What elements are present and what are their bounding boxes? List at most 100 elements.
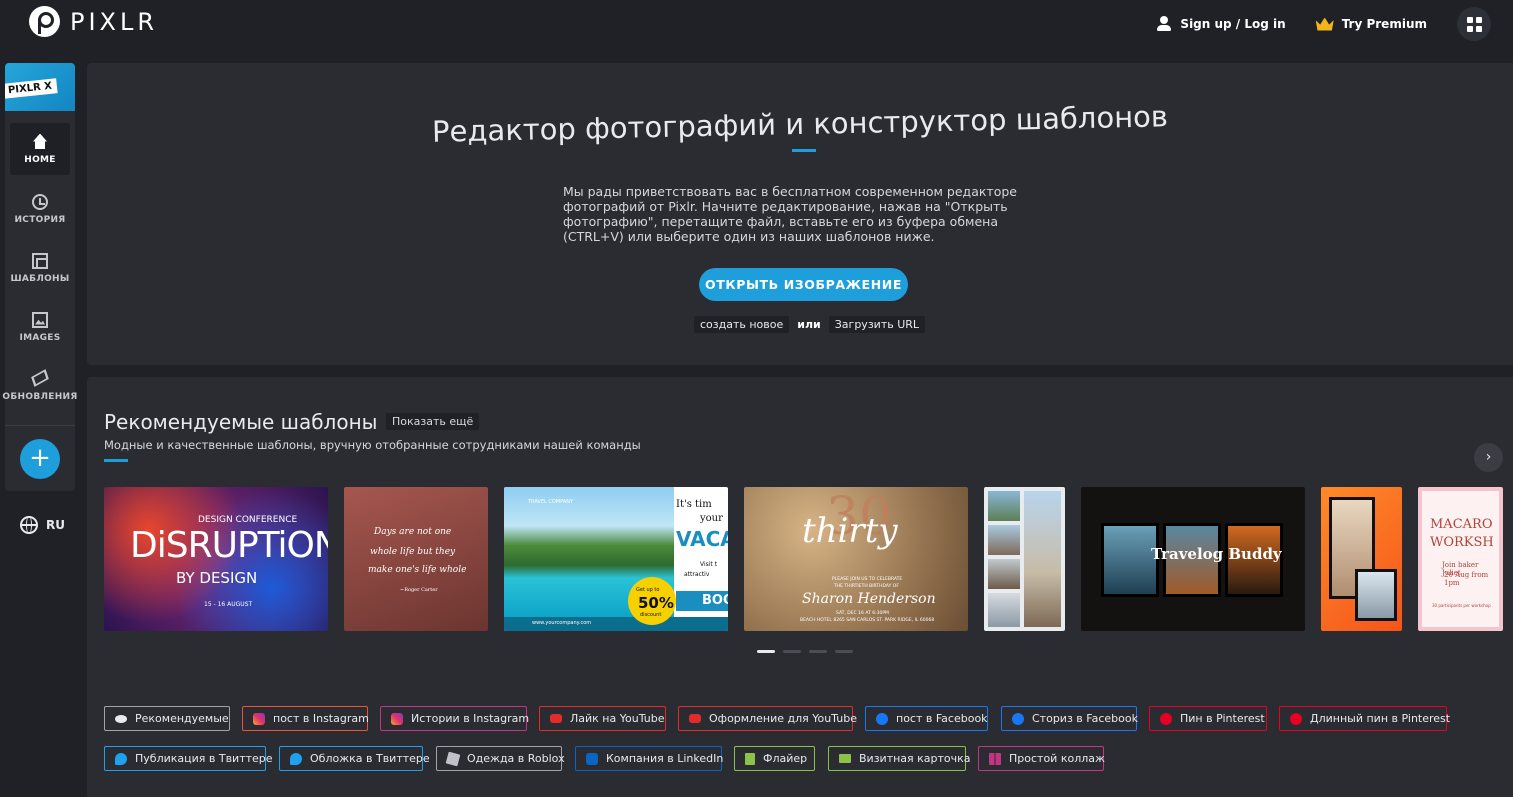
- tag-roblox-clothing[interactable]: Одежда в Roblox: [436, 746, 565, 771]
- tag-twitter-header[interactable]: Обложка в Твиттере: [279, 746, 430, 771]
- language-label: RU: [46, 518, 65, 532]
- hero-description: Мы рады приветствовать вас в бесплатном …: [563, 184, 1017, 244]
- tag-label: пост в Facebook: [896, 712, 988, 725]
- template-card-macaron[interactable]: MACARO WORKSH Join baker Juliet 20 Aug f…: [1418, 487, 1503, 631]
- signup-login-label: Sign up / Log in: [1180, 17, 1286, 31]
- card-text: SAT, DEC 16 AT 6:30PM: [836, 611, 889, 616]
- tag-label: Публикация в Твиттере: [135, 752, 273, 765]
- tag-label: Истории в Instagram: [411, 712, 530, 725]
- collage-photo: [988, 491, 1020, 521]
- sidebar-item-home[interactable]: HOME: [10, 123, 70, 175]
- template-card-vacation[interactable]: TRAVEL COMPANY It's tim your VACA Visit …: [504, 487, 728, 631]
- template-card-travelog[interactable]: Travelog Buddy: [1081, 487, 1305, 631]
- template-carousel: DESIGN CONFERENCE DiSRUPTiON BY DESIGN 1…: [104, 487, 1503, 631]
- load-url-button[interactable]: Загрузить URL: [828, 316, 926, 333]
- flyer-icon: [745, 752, 755, 765]
- apps-grid-icon[interactable]: [1457, 7, 1491, 41]
- template-card-collage[interactable]: [984, 487, 1065, 631]
- pager-dot[interactable]: [783, 650, 801, 653]
- youtube-icon: [689, 714, 701, 723]
- pinterest-icon: [1160, 712, 1172, 725]
- collage-icon: [989, 752, 1001, 765]
- card-text: 50%: [638, 594, 674, 612]
- hero-panel: Редактор фотографий и конструктор шаблон…: [87, 63, 1513, 365]
- roblox-icon: [445, 751, 461, 766]
- tag-instagram-stories[interactable]: Истории в Instagram: [380, 706, 530, 731]
- tag-facebook-post[interactable]: пост в Facebook: [865, 706, 988, 731]
- language-selector[interactable]: RU: [20, 516, 65, 534]
- globe-icon: [20, 516, 38, 534]
- twitter-icon: [115, 752, 127, 765]
- card-text: THE THIRTIETH BIRTHDAY OF: [834, 584, 899, 589]
- pager-dot[interactable]: [757, 650, 775, 653]
- create-new-button[interactable]: создать новое: [694, 316, 790, 333]
- tag-youtube-like[interactable]: Лайк на YouTube: [539, 706, 666, 731]
- card-text: BOO: [702, 593, 728, 608]
- sidebar-item-templates[interactable]: ШАБЛОНЫ: [10, 242, 70, 294]
- pager-dot[interactable]: [809, 650, 827, 653]
- tag-label: Сториз в Facebook: [1032, 712, 1138, 725]
- card-text: MACARO: [1430, 517, 1493, 532]
- secondary-actions: создать новое или Загрузить URL: [694, 316, 926, 333]
- tag-facebook-stories[interactable]: Сториз в Facebook: [1001, 706, 1138, 731]
- card-text: VACA: [676, 527, 728, 551]
- sidebar-item-updates[interactable]: ОБНОВЛЕНИЯ: [2, 360, 78, 412]
- sidebar-divider: [5, 425, 75, 426]
- tag-twitter-post[interactable]: Публикация в Твиттере: [104, 746, 273, 771]
- card-text: discount: [640, 612, 662, 618]
- tag-instagram-post[interactable]: пост в Instagram: [242, 706, 369, 731]
- card-text: attractiv: [684, 571, 710, 578]
- open-image-button[interactable]: ОТКРЫТЬ ИЗОБРАЖЕНИЕ: [699, 268, 908, 301]
- template-card-disruption[interactable]: DESIGN CONFERENCE DiSRUPTiON BY DESIGN 1…: [104, 487, 328, 631]
- pixlr-x-switch[interactable]: PIXLR X: [5, 63, 75, 111]
- facebook-icon: [1012, 712, 1024, 725]
- top-actions: Sign up / Log in Try Premium: [1156, 7, 1491, 41]
- template-card-quote[interactable]: Days are not one whole life but they mak…: [344, 487, 488, 631]
- section-underline: [104, 459, 128, 462]
- tag-featured[interactable]: Рекомендуемые: [104, 706, 230, 731]
- signup-login-link[interactable]: Sign up / Log in: [1156, 16, 1286, 32]
- card-text: 30 participants per workshop: [1432, 603, 1491, 608]
- image-icon: [32, 311, 48, 328]
- eye-icon: [115, 714, 127, 723]
- home-icon: [32, 134, 48, 150]
- sidebar-item-label: HOME: [24, 154, 56, 165]
- card-text: 20 Aug from 1pm: [1444, 571, 1489, 587]
- card-text: PLEASE JOIN US TO CELEBRATE: [832, 577, 903, 582]
- tag-pinterest-long-pin[interactable]: Длинный пин в Pinterest: [1279, 706, 1450, 731]
- sidebar-item-label: ОБНОВЛЕНИЯ: [2, 391, 78, 402]
- try-premium-link[interactable]: Try Premium: [1315, 17, 1427, 31]
- or-label: или: [797, 318, 821, 331]
- tag-youtube-art[interactable]: Оформление для YouTube: [678, 706, 857, 731]
- tag-label: Обложка в Твиттере: [310, 752, 430, 765]
- tag-simple-collage[interactable]: Простой коллаж: [978, 746, 1105, 771]
- tag-flyer[interactable]: Флайер: [734, 746, 815, 771]
- sidebar-item-images[interactable]: IMAGES: [10, 301, 70, 353]
- sidebar-item-history[interactable]: ИСТОРИЯ: [10, 183, 70, 235]
- show-more-button[interactable]: Показать ещё: [386, 413, 480, 430]
- pixlr-logo[interactable]: PIXLR: [29, 6, 158, 37]
- logo-text: PIXLR: [70, 7, 159, 36]
- tag-label: пост в Instagram: [273, 712, 369, 725]
- crown-icon: [1315, 17, 1334, 31]
- page-title: Редактор фотографий и конструктор шаблон…: [431, 99, 1169, 149]
- card-text: TRAVEL COMPANY: [528, 499, 574, 505]
- template-card-thirty[interactable]: 30 thirty PLEASE JOIN US TO CELEBRATE TH…: [744, 487, 968, 631]
- card-text: ~Roger Carter: [400, 587, 438, 593]
- tag-label: Простой коллаж: [1009, 752, 1105, 765]
- template-card-portrait[interactable]: [1321, 487, 1402, 631]
- collage-photo: [988, 525, 1020, 555]
- tag-pinterest-pin[interactable]: Пин в Pinterest: [1149, 706, 1267, 731]
- pager-dot[interactable]: [835, 650, 853, 653]
- card-text: DESIGN CONFERENCE: [198, 515, 298, 525]
- card-text: It's tim: [676, 499, 712, 510]
- tag-linkedin-company[interactable]: Компания в LinkedIn: [575, 746, 723, 771]
- add-button[interactable]: +: [20, 439, 60, 479]
- chevron-right-icon[interactable]: ›: [1474, 443, 1503, 472]
- twitter-icon: [290, 752, 302, 765]
- card-text: www.yourcompany.com: [532, 620, 592, 626]
- pixlr-logo-icon: [29, 6, 60, 37]
- tag-business-card[interactable]: Визитная карточка: [828, 746, 971, 771]
- card-text: 15 - 16 AUGUST: [204, 601, 253, 608]
- tag-label: Рекомендуемые: [135, 712, 229, 725]
